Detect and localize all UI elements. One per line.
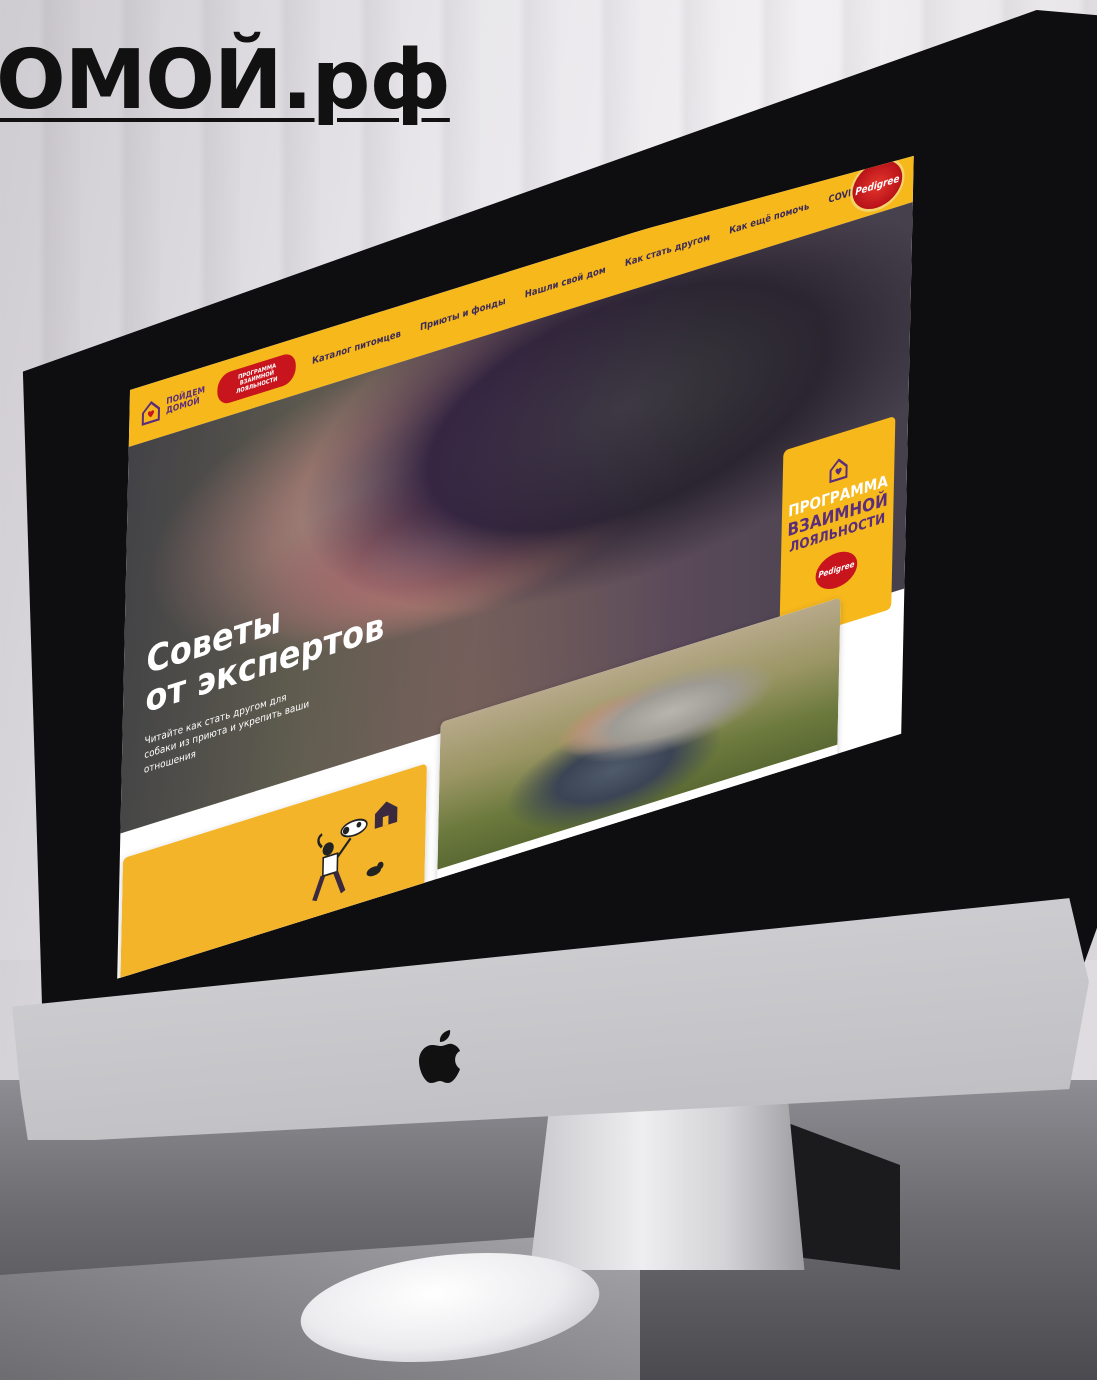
person-with-dogs-illustration [312, 801, 398, 902]
house-logo-icon [141, 401, 161, 426]
nav-item-shelters[interactable]: Приюты и фонды [420, 295, 506, 333]
logo-text: ПОЙДЕМ ДОМОЙ [166, 385, 205, 416]
apple-logo-icon [419, 1030, 460, 1083]
nav-item-found-home[interactable]: Нашли свой дом [525, 264, 606, 300]
house-heart-icon [829, 458, 848, 484]
nav-item-catalog[interactable]: Каталог питомцев [312, 328, 401, 367]
nav-item-become-friend[interactable]: Как стать другом [625, 232, 710, 270]
nav-item-how-to-help[interactable]: Как ещё помочь [729, 201, 809, 237]
site-domain-banner: ОМОЙ.рф [0, 33, 451, 128]
pedigree-badge: Pedigree [815, 546, 858, 595]
site-logo[interactable]: ПОЙДЕМ ДОМОЙ [140, 383, 205, 427]
